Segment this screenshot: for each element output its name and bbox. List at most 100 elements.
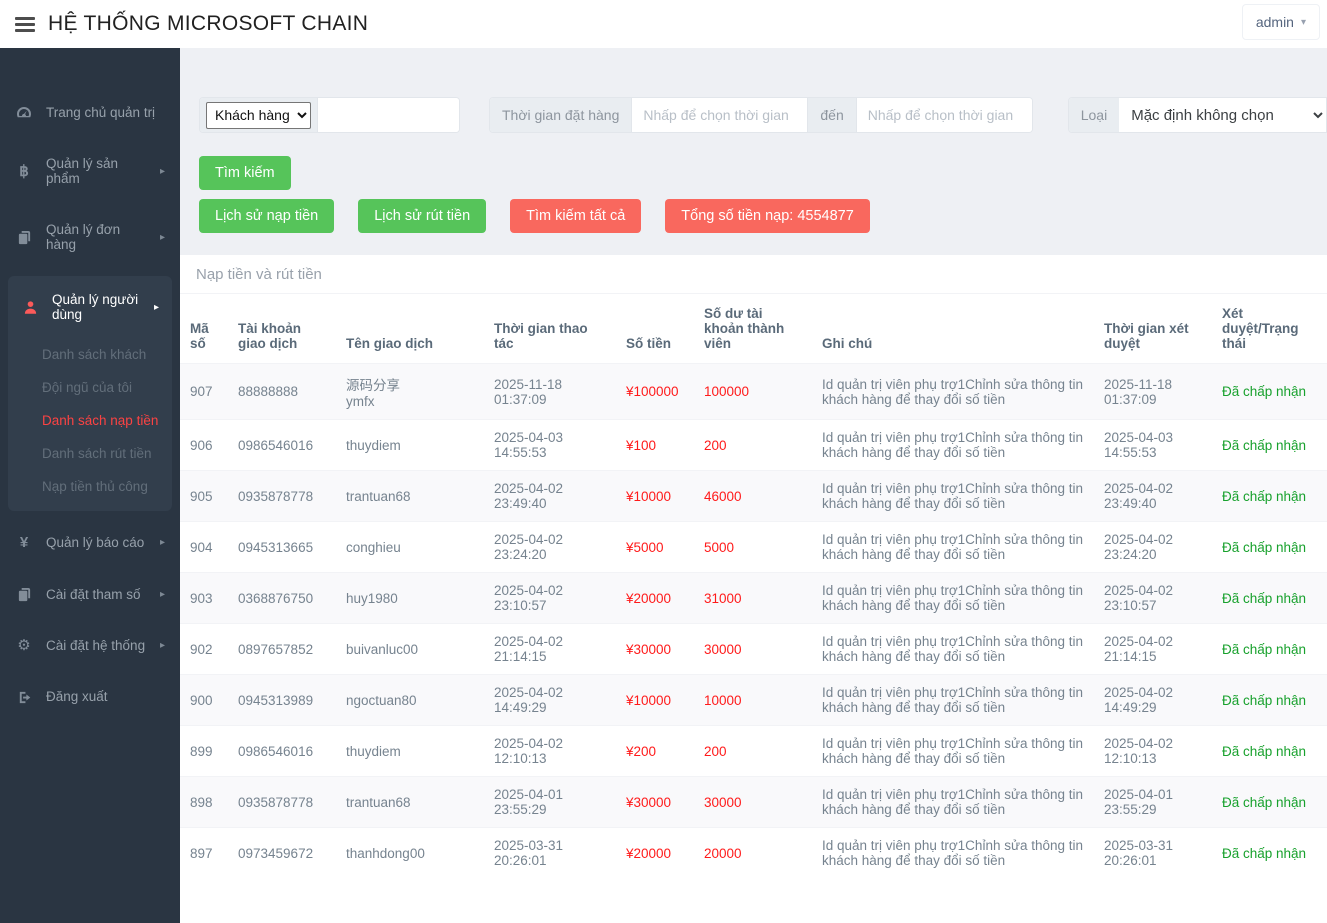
sidebar-subitem[interactable]: Danh sách khách bbox=[8, 338, 172, 371]
cell-status: Đã chấp nhận bbox=[1212, 725, 1327, 777]
cell-balance: 31000 bbox=[694, 572, 812, 624]
cell-operation-time: 2025-04-02 23:10:57 bbox=[484, 572, 616, 624]
type-select[interactable]: Mặc định không chọn bbox=[1119, 98, 1326, 132]
cell-review-time: 2025-04-02 23:10:57 bbox=[1094, 572, 1212, 624]
sidebar-item-label: Trang chủ quản trị bbox=[46, 104, 156, 120]
cell-status: Đã chấp nhận bbox=[1212, 776, 1327, 828]
cell-id: 907 bbox=[180, 363, 228, 420]
cell-status: Đã chấp nhận bbox=[1212, 363, 1327, 420]
cell-name: thuydiem bbox=[336, 419, 484, 471]
sidebar-item[interactable]: ฿ Quản lý sản phẩm ▸ bbox=[0, 138, 180, 204]
sidebar-item-label: Quản lý người dùng bbox=[52, 292, 139, 323]
status-link[interactable]: Đã chấp nhận bbox=[1222, 795, 1306, 810]
caret-right-icon: ▸ bbox=[159, 165, 165, 177]
sidebar-item[interactable]: Quản lý đơn hàng ▸ bbox=[0, 204, 180, 270]
cell-operation-time: 2025-04-01 23:55:29 bbox=[484, 776, 616, 828]
sidebar-item[interactable]: Trang chủ quản trị bbox=[0, 86, 180, 138]
status-link[interactable]: Đã chấp nhận bbox=[1222, 693, 1306, 708]
table-row: 905 0935878778 trantuan68 2025-04-02 23:… bbox=[180, 470, 1327, 522]
search-type-select[interactable]: Khách hàng bbox=[206, 101, 311, 129]
status-link[interactable]: Đã chấp nhận bbox=[1222, 384, 1306, 399]
cell-amount: ¥20000 bbox=[616, 572, 694, 624]
cell-review-time: 2025-04-02 21:14:15 bbox=[1094, 623, 1212, 675]
sidebar-item[interactable]: ¥ Quản lý báo cáo ▸ bbox=[0, 517, 180, 568]
cell-id: 900 bbox=[180, 674, 228, 726]
cell-operation-time: 2025-04-02 12:10:13 bbox=[484, 725, 616, 777]
sidebar-item-label: Cài đặt hệ thống bbox=[46, 638, 146, 654]
type-group: Loại Mặc định không chọn bbox=[1067, 97, 1327, 133]
cell-name: thuydiem bbox=[336, 725, 484, 777]
cell-balance: 20000 bbox=[694, 827, 812, 878]
cell-note: Id quản trị viên phụ trợ1Chỉnh sửa thông… bbox=[812, 572, 1094, 624]
time-to-input[interactable] bbox=[855, 98, 1032, 132]
cell-id: 898 bbox=[180, 776, 228, 828]
orders-icon bbox=[15, 229, 33, 245]
status-link[interactable]: Đã chấp nhận bbox=[1222, 744, 1306, 759]
cell-note: Id quản trị viên phụ trợ1Chỉnh sửa thông… bbox=[812, 521, 1094, 573]
cell-balance: 30000 bbox=[694, 776, 812, 828]
sidebar-item[interactable]: Cài đặt tham số ▸ bbox=[0, 568, 180, 620]
sidebar-subitem[interactable]: Đội ngũ của tôi bbox=[8, 371, 172, 404]
cell-name: conghieu bbox=[336, 521, 484, 573]
main-content: Khách hàng Thời gian đặt hàng đến Loại M… bbox=[180, 48, 1327, 923]
status-link[interactable]: Đã chấp nhận bbox=[1222, 642, 1306, 657]
cell-id: 905 bbox=[180, 470, 228, 522]
caret-right-icon: ▸ bbox=[159, 537, 165, 549]
sidebar-item-label: Đăng xuất bbox=[46, 689, 108, 705]
cell-account: 0986546016 bbox=[228, 725, 336, 777]
cell-note: Id quản trị viên phụ trợ1Chỉnh sửa thông… bbox=[812, 623, 1094, 675]
status-link[interactable]: Đã chấp nhận bbox=[1222, 591, 1306, 606]
table-body: 907 88888888 源码分享 ymfx 2025-11-18 01:37:… bbox=[180, 363, 1327, 878]
cell-amount: ¥30000 bbox=[616, 623, 694, 675]
status-link[interactable]: Đã chấp nhận bbox=[1222, 438, 1306, 453]
status-link[interactable]: Đã chấp nhận bbox=[1222, 540, 1306, 555]
sidebar-item[interactable]: Quản lý người dùng ▸ bbox=[8, 276, 172, 338]
user-menu[interactable]: admin ▾ bbox=[1241, 4, 1320, 40]
cell-review-time: 2025-03-31 20:26:01 bbox=[1094, 827, 1212, 878]
search-button[interactable]: Tìm kiếm bbox=[199, 156, 291, 190]
sidebar-item[interactable]: ⚙ Cài đặt hệ thống ▸ bbox=[0, 620, 180, 671]
sidebar-item[interactable]: Đăng xuất bbox=[0, 671, 180, 723]
cell-account: 88888888 bbox=[228, 363, 336, 420]
cell-review-time: 2025-04-02 23:49:40 bbox=[1094, 470, 1212, 522]
menu-toggle-icon[interactable] bbox=[15, 14, 35, 35]
cell-operation-time: 2025-11-18 01:37:09 bbox=[484, 363, 616, 420]
search-type-addon: Khách hàng bbox=[200, 98, 317, 132]
table-row: 903 0368876750 huy1980 2025-04-02 23:10:… bbox=[180, 572, 1327, 624]
cell-account: 0935878778 bbox=[228, 470, 336, 522]
sidebar-subitem[interactable]: Danh sách nạp tiền bbox=[8, 404, 172, 437]
search-input[interactable] bbox=[317, 98, 459, 132]
cell-account: 0368876750 bbox=[228, 572, 336, 624]
action-button[interactable]: Tổng số tiền nạp: 4554877 bbox=[665, 199, 870, 233]
cell-review-time: 2025-04-02 23:24:20 bbox=[1094, 521, 1212, 573]
cell-id: 902 bbox=[180, 623, 228, 675]
gears-icon: ⚙ bbox=[17, 637, 31, 655]
action-button[interactable]: Tìm kiếm tất cả bbox=[510, 199, 642, 233]
cell-note: Id quản trị viên phụ trợ1Chỉnh sửa thông… bbox=[812, 674, 1094, 726]
sidebar: Trang chủ quản trị ฿ Quản lý sản phẩm ▸ Quản… bbox=[0, 48, 180, 923]
column-header: Mã số bbox=[190, 321, 209, 351]
dashboard-icon bbox=[15, 104, 33, 120]
status-link[interactable]: Đã chấp nhận bbox=[1222, 489, 1306, 504]
cell-operation-time: 2025-04-02 23:24:20 bbox=[484, 521, 616, 573]
sidebar-subitem[interactable]: Danh sách rút tiền bbox=[8, 437, 172, 470]
status-link[interactable]: Đã chấp nhận bbox=[1222, 846, 1306, 861]
user-icon bbox=[21, 299, 39, 315]
cell-status: Đã chấp nhận bbox=[1212, 623, 1327, 675]
action-button[interactable]: Lịch sử nạp tiền bbox=[199, 199, 335, 233]
table-row: 906 0986546016 thuydiem 2025-04-03 14:55… bbox=[180, 419, 1327, 471]
action-button[interactable]: Lịch sử rút tiền bbox=[358, 199, 487, 233]
time-to-label: đến bbox=[807, 98, 856, 132]
cell-name: trantuan68 bbox=[336, 776, 484, 828]
cell-id: 897 bbox=[180, 827, 228, 878]
params-icon bbox=[15, 586, 33, 602]
cell-balance: 200 bbox=[694, 419, 812, 471]
cell-review-time: 2025-11-18 01:37:09 bbox=[1094, 363, 1212, 420]
sidebar-nav: Trang chủ quản trị ฿ Quản lý sản phẩm ▸ Quản… bbox=[0, 48, 180, 723]
column-header: Tài khoản giao dịch bbox=[238, 321, 302, 351]
sidebar-subitem[interactable]: Nạp tiền thủ công bbox=[8, 470, 172, 503]
column-header: Xét duyệt/Trạng thái bbox=[1222, 306, 1299, 351]
cell-operation-time: 2025-03-31 20:26:01 bbox=[484, 827, 616, 878]
cell-status: Đã chấp nhận bbox=[1212, 419, 1327, 471]
time-from-input[interactable] bbox=[631, 98, 808, 132]
